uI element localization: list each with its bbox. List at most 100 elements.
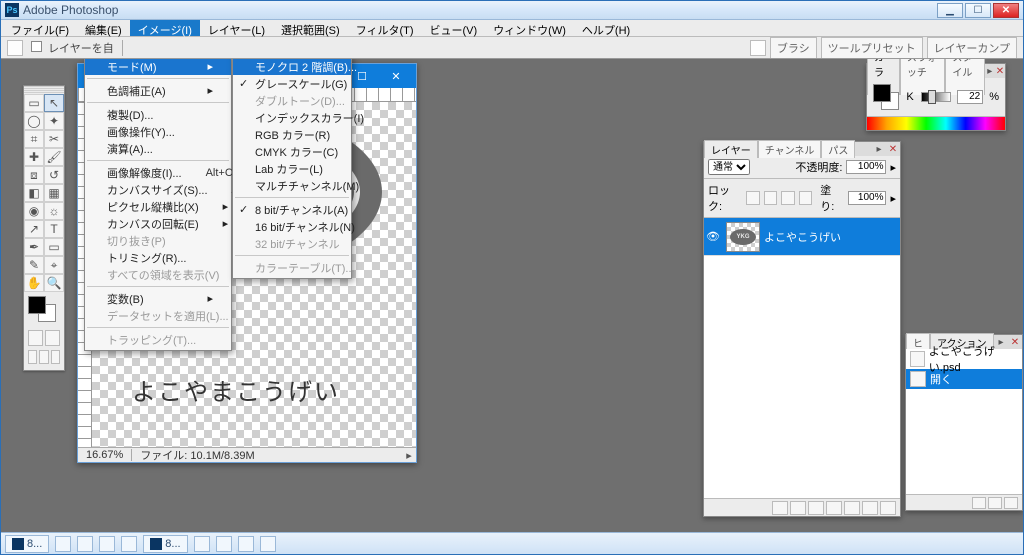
tool-dodge[interactable]: ☼ [44,202,64,220]
layer-mask-icon[interactable] [808,501,824,515]
fill-value[interactable]: 100% [848,191,886,205]
tool-zoom[interactable]: 🔍 [44,274,64,292]
mode-lab[interactable]: Lab カラー(L) [233,160,351,177]
screen-mode-buttons[interactable] [24,348,64,370]
taskbar-thumb-2[interactable] [77,536,93,552]
tool-eyedropper[interactable]: ⌖ [44,256,64,274]
taskbar-thumb-8[interactable] [260,536,276,552]
zoom-level[interactable]: 16.67% [78,449,132,461]
tool-slice[interactable]: ✂ [44,130,64,148]
menu-file[interactable]: ファイル(F) [3,20,77,36]
layer-name[interactable]: よこやこうげい [764,229,841,245]
tab-tool-presets[interactable]: ツールプリセット [821,37,923,58]
layer-thumbnail[interactable]: YKG [726,222,760,252]
menu-view[interactable]: ビュー(V) [422,20,486,36]
mode-rgb[interactable]: RGB カラー(R) [233,126,351,143]
link-layers-icon[interactable] [772,501,788,515]
menu-rotate-canvas[interactable]: カンバスの回転(E)▸ [85,215,231,232]
menu-variables[interactable]: 変数(B)▸ [85,290,231,307]
delete-layer-icon[interactable] [880,501,896,515]
color-fg-swatch[interactable] [873,84,891,102]
close-button[interactable]: ✕ [993,3,1019,18]
lock-pixels-icon[interactable] [764,191,777,205]
new-layer-icon[interactable] [862,501,878,515]
menu-select[interactable]: 選択範囲(S) [273,20,348,36]
tool-marquee[interactable]: ▭ [24,94,44,112]
visibility-eye-icon[interactable]: 👁 [704,230,722,243]
checkbox-icon[interactable] [31,41,42,52]
tool-hand[interactable]: ✋ [24,274,44,292]
taskbar-thumb-5[interactable] [194,536,210,552]
fill-arrow-icon[interactable]: ▸ [890,192,896,205]
layers-close-icon[interactable]: ✕ [886,143,900,155]
doc-close-button[interactable]: ✕ [382,67,410,85]
lock-transparent-icon[interactable] [746,191,759,205]
tool-pen[interactable]: ✒ [24,238,44,256]
foreground-swatch[interactable] [28,296,46,314]
layer-row[interactable]: 👁 YKG よこやこうげい [704,218,900,256]
opacity-value[interactable]: 100% [846,160,886,174]
palette-close-icon[interactable]: ✕ [995,65,1005,77]
tool-blur[interactable]: ◉ [24,202,44,220]
tool-stamp[interactable]: ⧈ [24,166,44,184]
menu-filter[interactable]: フィルタ(T) [348,20,422,36]
k-value[interactable]: 22 [957,90,983,104]
color-swatches[interactable] [24,292,64,328]
menu-layer[interactable]: レイヤー(L) [200,20,273,36]
menu-adjustments[interactable]: 色調補正(A)▸ [85,82,231,99]
delete-state-icon[interactable] [1004,497,1018,509]
mode-grayscale[interactable]: ✓グレースケール(G) [233,75,351,92]
taskbar-thumb-1[interactable] [55,536,71,552]
lock-position-icon[interactable] [781,191,794,205]
k-slider[interactable] [921,92,951,102]
blend-mode-select[interactable]: 通常 [708,159,750,175]
layer-list[interactable]: 👁 YKG よこやこうげい [704,218,900,498]
taskbar-thumb-4[interactable] [121,536,137,552]
menu-edit[interactable]: 編集(E) [77,20,130,36]
menu-canvas-size[interactable]: カンバスサイズ(S)...Alt+Ctrl+C [85,181,231,198]
menu-image-size[interactable]: 画像解像度(I)...Alt+Ctrl+I [85,164,231,181]
adjustment-layer-icon[interactable] [844,501,860,515]
tool-brush[interactable]: 🖌 [44,148,64,166]
status-menu-arrow-icon[interactable]: ▸ [402,449,416,462]
new-snapshot-icon[interactable] [972,497,986,509]
tool-wand[interactable]: ✦ [44,112,64,130]
taskbar-thumb-6[interactable] [216,536,232,552]
menu-mode[interactable]: モード(M)▸ [85,59,231,75]
tool-notes[interactable]: ✎ [24,256,44,274]
tool-lasso[interactable]: ◯ [24,112,44,130]
mode-multichannel[interactable]: マルチチャンネル(M) [233,177,351,194]
minimize-button[interactable]: ▁ [937,3,963,18]
tool-type[interactable]: T [44,220,64,238]
menu-apply-image[interactable]: 画像操作(Y)... [85,123,231,140]
menu-help[interactable]: ヘルプ(H) [574,20,638,36]
menu-trim[interactable]: トリミング(R)... [85,249,231,266]
layer-style-icon[interactable] [790,501,806,515]
file-size[interactable]: ファイル: 10.1M/8.39M [132,447,262,463]
auto-select-group[interactable]: レイヤーを自 [31,40,114,56]
opacity-arrow-icon[interactable]: ▸ [890,161,896,174]
mode-indexed[interactable]: インデックスカラー(I) [233,109,351,126]
mode-8bit[interactable]: ✓8 bit/チャンネル(A) [233,201,351,218]
palette-toggle-icon[interactable] [750,40,766,56]
lock-all-icon[interactable] [799,191,812,205]
tool-heal[interactable]: ✚ [24,148,44,166]
menu-calculations[interactable]: 演算(A)... [85,140,231,157]
mode-16bit[interactable]: 16 bit/チャンネル(N) [233,218,351,235]
color-fgbg[interactable] [873,84,899,110]
tool-gradient[interactable]: ▦ [44,184,64,202]
tool-path[interactable]: ↗ [24,220,44,238]
new-group-icon[interactable] [826,501,842,515]
tool-history-brush[interactable]: ↺ [44,166,64,184]
quickmask-toggle[interactable] [24,328,64,348]
menu-duplicate[interactable]: 複製(D)... [85,106,231,123]
taskbar-thumb-3[interactable] [99,536,115,552]
tool-shape[interactable]: ▭ [44,238,64,256]
spectrum-bar[interactable] [867,116,1005,130]
menu-window[interactable]: ウィンドウ(W) [485,20,574,36]
palette-menu-icon[interactable]: ▸ [985,65,995,77]
taskbar-item-1[interactable]: 8... [5,535,49,553]
maximize-button[interactable]: ☐ [965,3,991,18]
toolbox-grip[interactable] [24,86,64,94]
menu-image[interactable]: イメージ(I) [130,20,200,36]
